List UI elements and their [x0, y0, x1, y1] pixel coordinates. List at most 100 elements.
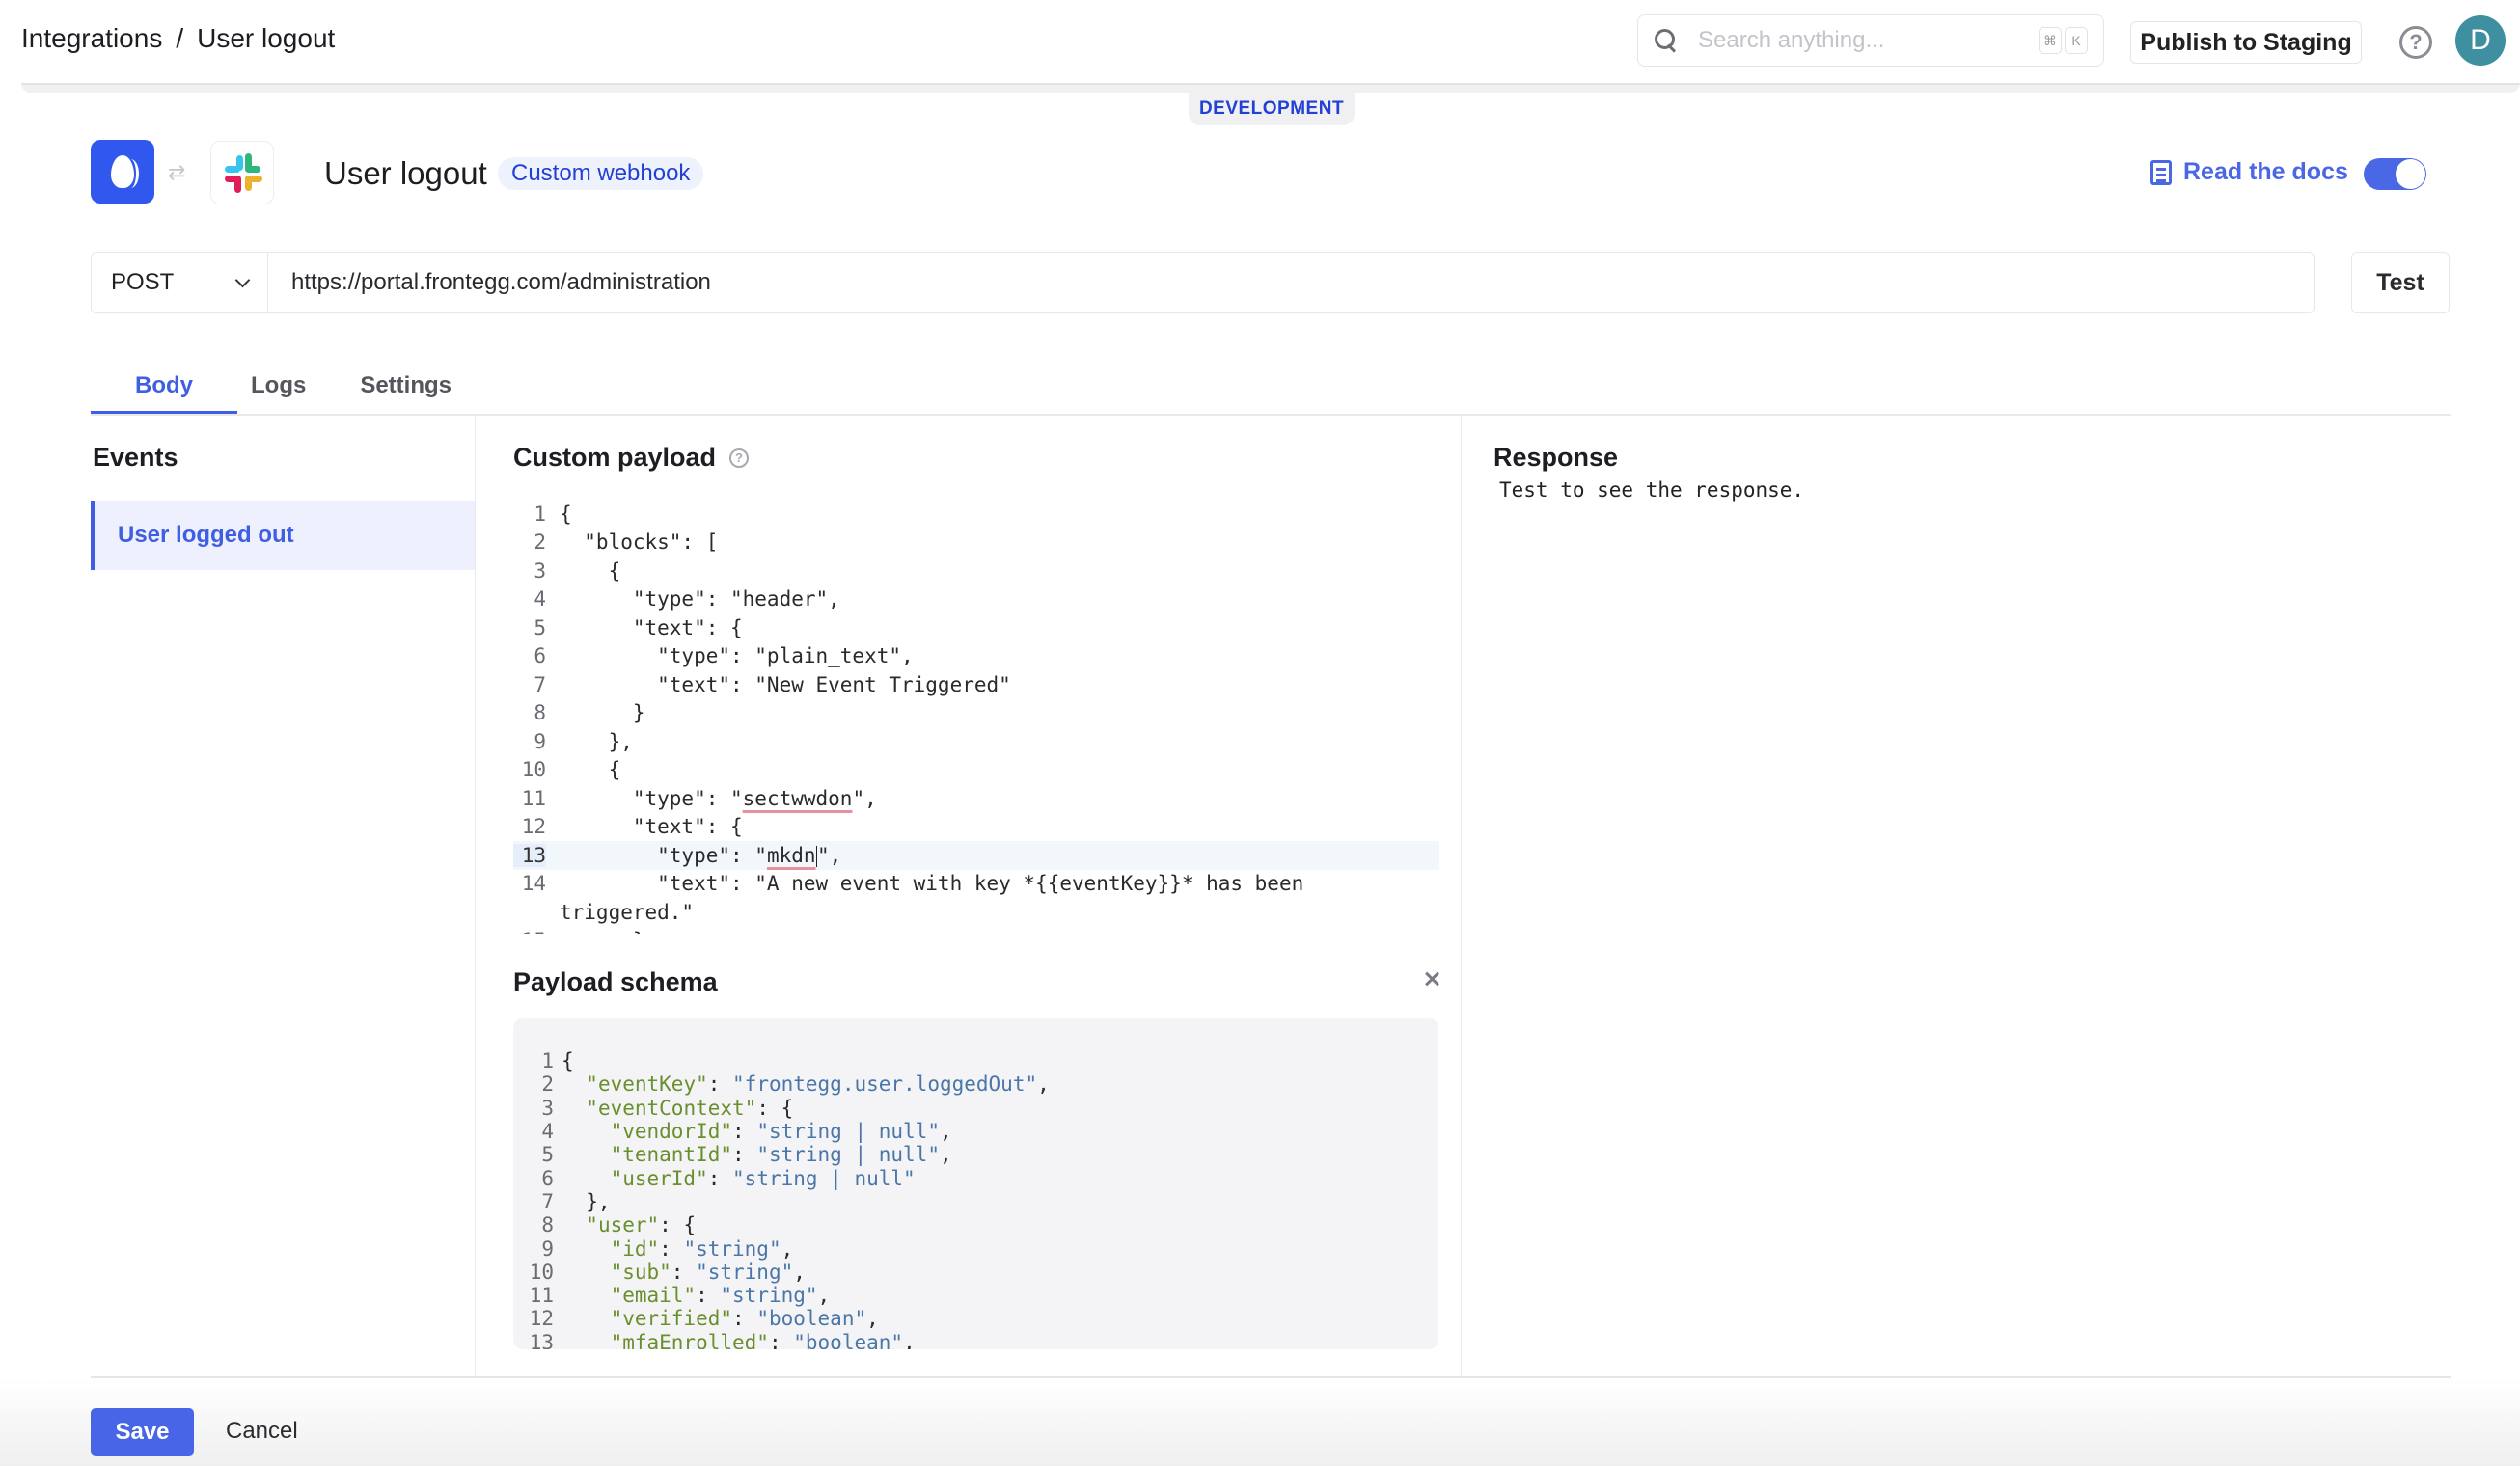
environment-badge: DEVELOPMENT — [1189, 93, 1355, 125]
breadcrumb-integrations[interactable]: Integrations — [21, 23, 162, 54]
code-line[interactable]: 6 "type": "plain_text", — [513, 642, 1439, 671]
line-number: 9 — [541, 1236, 554, 1261]
help-icon[interactable]: ? — [2399, 26, 2432, 59]
line-number: 4 — [534, 587, 546, 611]
test-button[interactable]: Test — [2351, 252, 2450, 313]
cancel-button[interactable]: Cancel — [226, 1418, 298, 1445]
line-number: 13 — [529, 1330, 554, 1349]
code-line[interactable]: 5 "text": { — [513, 613, 1439, 642]
payload-panel: Custom payload ? 1{2 "blocks": [3 {4 "ty… — [475, 416, 1462, 1376]
schema-punctuation — [562, 1237, 611, 1261]
line-number: 11 — [529, 1284, 554, 1308]
code-line[interactable]: triggered." — [513, 898, 1439, 927]
code-line[interactable]: 13 "type": "mkdn", — [513, 841, 1439, 870]
schema-punctuation — [562, 1261, 611, 1284]
schema-value: "string" — [683, 1236, 781, 1261]
url-input[interactable] — [267, 252, 2315, 313]
schema-key: "tenantId" — [610, 1143, 733, 1167]
schema-punctuation: : — [732, 1120, 757, 1144]
http-method-select[interactable]: POST — [91, 252, 267, 313]
schema-punctuation — [562, 1072, 586, 1096]
top-bar: Integrations / User logout Search anythi… — [0, 0, 2520, 83]
line-number: 10 — [529, 1260, 554, 1284]
line-number: 1 — [534, 502, 546, 526]
code-line[interactable]: 11 "type": "sectwwdon", — [513, 784, 1439, 813]
avatar[interactable]: D — [2455, 15, 2506, 66]
help-circle-icon[interactable]: ? — [729, 448, 750, 468]
schema-key: "mfaEnrolled" — [610, 1330, 769, 1349]
code-text: "text": { — [560, 615, 743, 639]
egg-icon — [111, 155, 139, 188]
custom-payload-title: Custom payload — [513, 443, 717, 472]
k-key-hint: K — [2065, 27, 2088, 54]
event-item-user-logged-out[interactable]: User logged out — [91, 501, 475, 570]
line-number: 15 — [513, 929, 546, 934]
schema-key: "userId" — [610, 1166, 708, 1190]
schema-punctuation: , — [793, 1260, 806, 1284]
code-line[interactable]: 7 "text": "New Event Triggered" — [513, 670, 1439, 699]
breadcrumb: Integrations / User logout — [21, 23, 335, 54]
schema-punctuation: : — [732, 1307, 757, 1331]
integration-type-badge: Custom webhook — [498, 157, 704, 190]
line-number: 1 — [541, 1049, 554, 1073]
code-fragment: ", — [852, 786, 877, 810]
schema-punctuation: { — [562, 1049, 574, 1073]
schema-punctuation: , — [939, 1143, 952, 1167]
tab-logs[interactable]: Logs — [237, 357, 333, 415]
search-input[interactable]: Search anything... ⌘ K — [1637, 14, 2104, 67]
code-line[interactable]: 9 }, — [513, 727, 1439, 756]
schema-punctuation — [562, 1331, 611, 1349]
code-line[interactable]: 8 } — [513, 699, 1439, 728]
save-button[interactable]: Save — [91, 1408, 194, 1456]
code-line[interactable]: 15 } — [513, 927, 1439, 934]
code-text: "type": "sectwwdon", — [560, 787, 877, 810]
code-text: "type": "mkdn", — [560, 844, 841, 867]
code-text: "type": "header", — [560, 587, 840, 611]
code-text: "text": { — [560, 815, 743, 839]
events-panel: Events User logged out — [91, 416, 475, 1376]
code-text: "blocks": [ — [560, 530, 719, 555]
publish-to-staging-button[interactable]: Publish to Staging — [2130, 21, 2362, 64]
slack-logo — [210, 141, 274, 204]
code-line[interactable]: 4 "type": "header", — [513, 585, 1439, 614]
breadcrumb-separator: / — [176, 23, 184, 53]
integration-enabled-toggle[interactable] — [2364, 158, 2426, 190]
code-line[interactable]: 12 "text": { — [513, 813, 1439, 842]
schema-line: 10 "sub": "string", — [527, 1261, 1438, 1284]
chevron-down-icon — [234, 272, 251, 287]
payload-schema-code: 1{2 "eventKey": "frontegg.user.loggedOut… — [513, 1018, 1438, 1349]
schema-key: "eventContext" — [586, 1096, 757, 1120]
code-line[interactable]: 10 { — [513, 756, 1439, 785]
toggle-knob — [2396, 159, 2425, 189]
schema-line: 13 "mfaEnrolled": "boolean", — [527, 1331, 1438, 1349]
code-line[interactable]: 14 "text": "A new event with key *{{even… — [513, 870, 1439, 899]
code-line[interactable]: 1{ — [513, 500, 1439, 529]
schema-key: "email" — [610, 1284, 697, 1308]
tab-body[interactable]: Body — [91, 357, 237, 416]
schema-punctuation — [562, 1120, 611, 1143]
line-number: 5 — [534, 615, 546, 639]
schema-key: "vendorId" — [610, 1120, 733, 1144]
read-the-docs-link[interactable]: Read the docs — [2150, 158, 2348, 186]
schema-line: 8 "user": { — [527, 1213, 1438, 1236]
code-text: "type": "plain_text", — [560, 644, 914, 668]
code-line[interactable]: 3 { — [513, 557, 1439, 585]
schema-line: 1{ — [527, 1049, 1438, 1072]
read-the-docs-label: Read the docs — [2183, 158, 2348, 185]
custom-payload-editor[interactable]: 1{2 "blocks": [3 {4 "type": "header", 5 "… — [513, 500, 1439, 934]
schema-line: 4 "vendorId": "string | null", — [527, 1120, 1438, 1143]
schema-punctuation: , — [903, 1330, 916, 1349]
line-number: 7 — [534, 672, 546, 696]
code-line[interactable]: 2 "blocks": [ — [513, 529, 1439, 557]
line-number: 10 — [521, 758, 546, 782]
schema-key: "verified" — [610, 1307, 733, 1331]
spellcheck-error: sectwwdon — [742, 786, 853, 810]
schema-punctuation: : — [707, 1072, 733, 1097]
tab-settings[interactable]: Settings — [333, 357, 479, 415]
code-text: { — [560, 502, 572, 526]
schema-punctuation: : — [707, 1166, 733, 1190]
schema-line: 9 "id": "string", — [527, 1236, 1438, 1261]
close-icon[interactable] — [1420, 967, 1443, 991]
schema-value: "boolean" — [793, 1330, 904, 1349]
line-number: 14 — [521, 872, 546, 896]
